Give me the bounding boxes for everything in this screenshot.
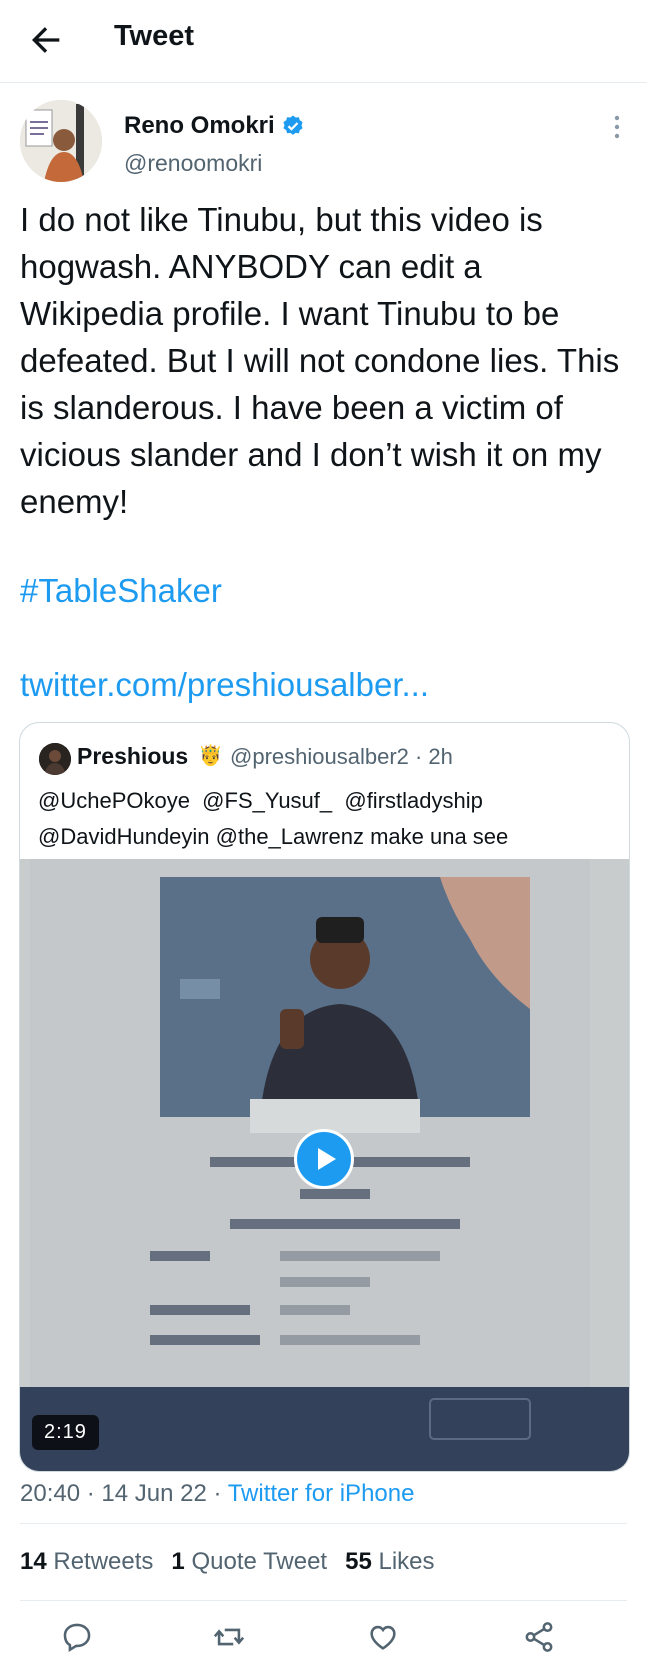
top-bar: Tweet bbox=[0, 0, 647, 83]
page-title: Tweet bbox=[114, 20, 195, 52]
engagement-stats: 14 Retweets 1 Quote Tweet 55 Likes bbox=[20, 1548, 435, 1576]
action-bar bbox=[0, 1612, 647, 1662]
quoted-tweet-card[interactable]: Preshious 🤴 @preshiousalber2 · 2h @UcheP… bbox=[19, 722, 630, 1472]
share-icon[interactable] bbox=[522, 1620, 556, 1654]
video-thumbnail[interactable]: 2:19 bbox=[20, 859, 629, 1471]
retweets-stat[interactable]: 14 Retweets bbox=[20, 1548, 153, 1576]
quote-text: @UchePOkoye @FS_Yusuf_ @firstladyship @D… bbox=[38, 788, 509, 849]
tweet-timestamp: 20:40 · 14 Jun 22 · bbox=[20, 1480, 228, 1507]
like-heart-icon[interactable] bbox=[366, 1620, 400, 1654]
tweet-link[interactable]: twitter.com/preshiousalber... bbox=[20, 666, 429, 704]
quote-author-avatar bbox=[39, 743, 71, 775]
tweet-source-link[interactable]: Twitter for iPhone bbox=[228, 1480, 415, 1507]
quote-tweets-stat[interactable]: 1 Quote Tweet bbox=[171, 1548, 327, 1576]
tweet-meta: 20:40 · 14 Jun 22 · Twitter for iPhone bbox=[20, 1480, 414, 1508]
verified-badge-icon bbox=[283, 115, 303, 135]
tweet-text: I do not like Tinubu, but this video is … bbox=[20, 201, 629, 520]
video-duration-badge: 2:19 bbox=[32, 1415, 99, 1450]
author-handle[interactable]: @renoomokri bbox=[124, 150, 262, 177]
hashtag-link[interactable]: #TableShaker bbox=[20, 572, 222, 610]
reply-icon[interactable] bbox=[60, 1620, 94, 1654]
divider bbox=[20, 1600, 627, 1601]
more-options-icon[interactable] bbox=[602, 112, 632, 142]
back-arrow-icon[interactable] bbox=[26, 20, 66, 60]
divider bbox=[20, 1523, 627, 1524]
quote-handle-time: @preshiousalber2 · 2h bbox=[230, 744, 453, 769]
play-button[interactable] bbox=[294, 1129, 354, 1189]
author-avatar[interactable] bbox=[20, 100, 102, 182]
crown-emoji-icon: 🤴 bbox=[198, 745, 223, 767]
author-name[interactable]: Reno Omokri bbox=[124, 112, 305, 140]
quote-author-name: Preshious bbox=[77, 743, 189, 769]
likes-stat[interactable]: 55 Likes bbox=[345, 1548, 434, 1576]
author-name-text: Reno Omokri bbox=[124, 112, 275, 139]
retweet-icon[interactable] bbox=[212, 1620, 246, 1654]
